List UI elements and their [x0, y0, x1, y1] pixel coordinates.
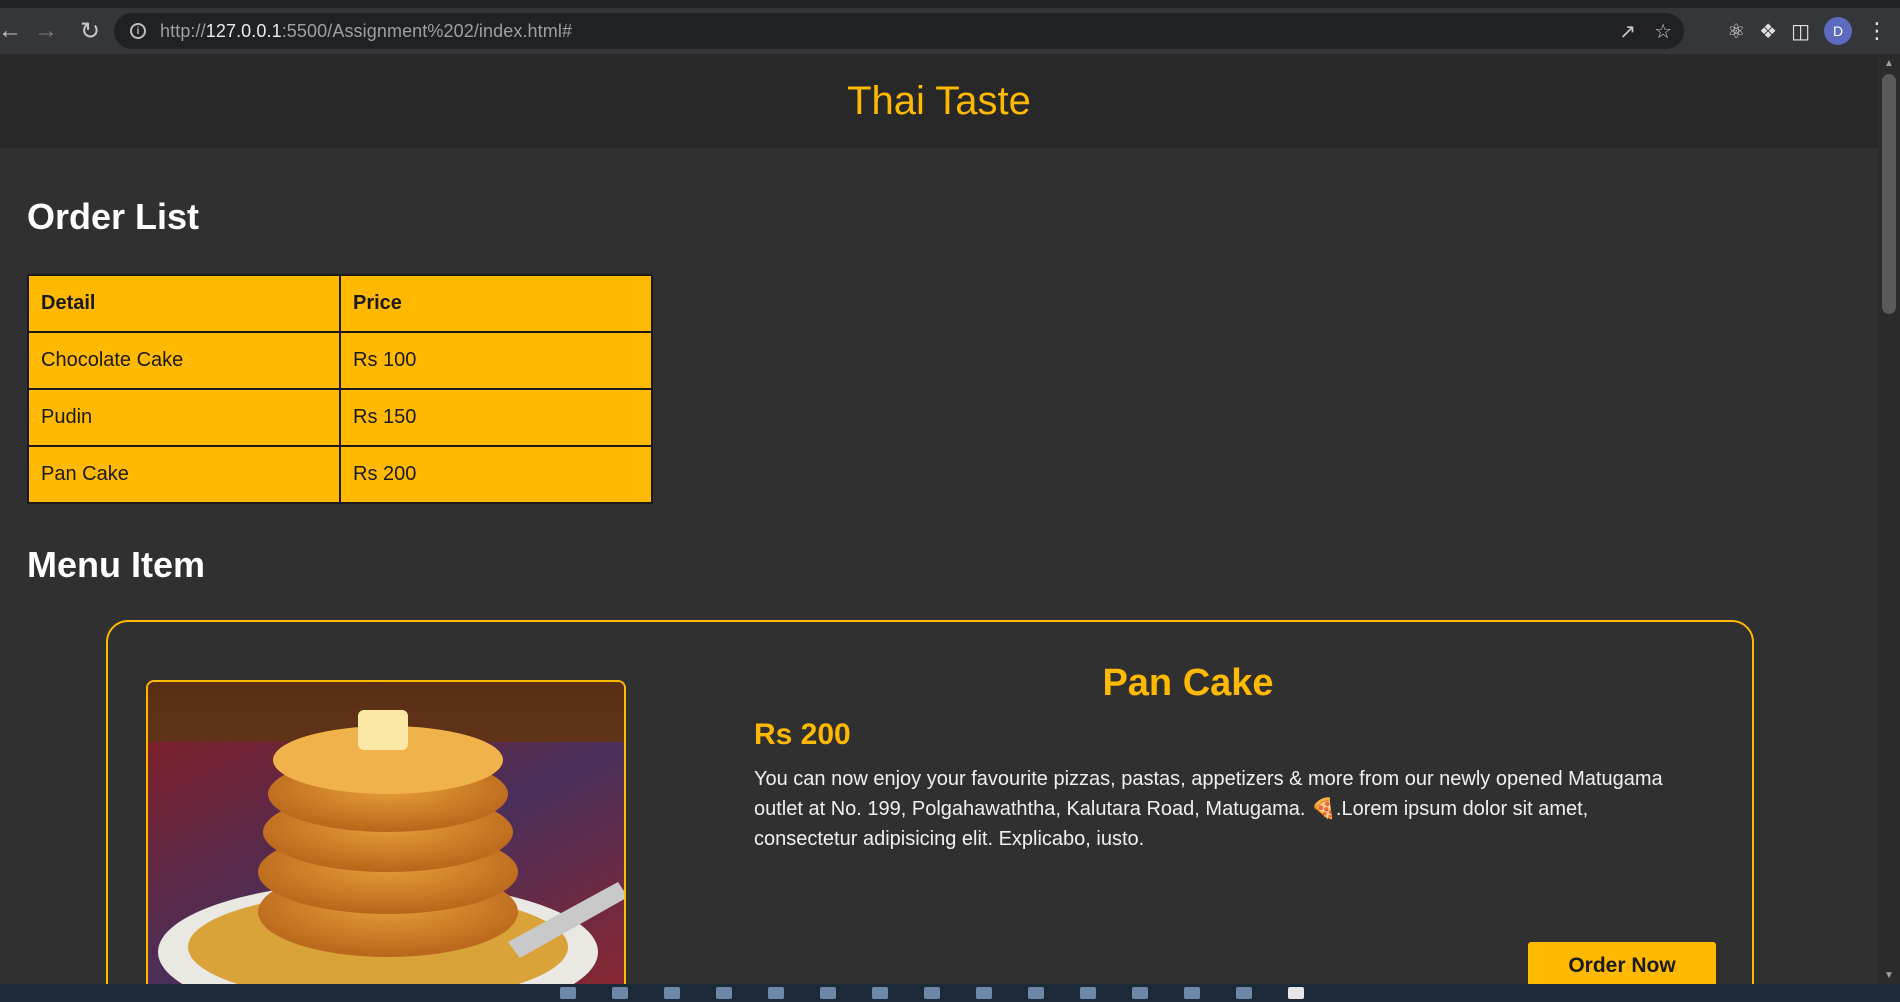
- taskbar-app-icon[interactable]: [976, 987, 992, 999]
- os-taskbar: [0, 984, 1900, 1002]
- side-panel-icon[interactable]: ◫: [1791, 19, 1810, 44]
- reload-icon[interactable]: ↻: [72, 13, 108, 49]
- cell-price: Rs 150: [339, 388, 653, 447]
- table-row: Chocolate Cake Rs 100: [27, 331, 653, 390]
- taskbar-app-icon[interactable]: [768, 987, 784, 999]
- menu-item-card: Pan Cake Rs 200 You can now enjoy your f…: [106, 620, 1754, 984]
- taskbar-app-icon[interactable]: [872, 987, 888, 999]
- address-bar[interactable]: i http://127.0.0.1:5500/Assignment%202/i…: [114, 13, 1684, 49]
- taskbar-app-icon[interactable]: [924, 987, 940, 999]
- forward-arrow-icon[interactable]: →: [20, 13, 72, 49]
- react-devtools-icon[interactable]: ⚛: [1727, 19, 1745, 44]
- scroll-up-arrow-icon[interactable]: ▲: [1878, 54, 1900, 72]
- cell-detail: Chocolate Cake: [27, 331, 341, 390]
- taskbar-app-icon[interactable]: [1080, 987, 1096, 999]
- order-table: Detail Price Chocolate Cake Rs 100 Pudin…: [27, 274, 653, 504]
- menu-item-description: You can now enjoy your favourite pizzas,…: [754, 768, 1663, 850]
- extensions-puzzle-icon[interactable]: ❖: [1759, 19, 1777, 44]
- order-list-heading: Order List: [27, 196, 200, 237]
- pancake-image: [146, 680, 626, 984]
- column-header-price: Price: [339, 274, 653, 333]
- url-text[interactable]: http://127.0.0.1:5500/Assignment%202/ind…: [160, 21, 572, 42]
- taskbar-app-icon[interactable]: [1288, 987, 1304, 999]
- cell-detail: Pudin: [27, 388, 341, 447]
- taskbar-app-icon[interactable]: [1184, 987, 1200, 999]
- site-title: Thai Taste: [847, 78, 1031, 123]
- taskbar-app-icon[interactable]: [560, 987, 576, 999]
- site-header: Thai Taste: [0, 54, 1878, 148]
- cell-price: Rs 100: [339, 331, 653, 390]
- page-scrollbar[interactable]: ▲ ▼: [1878, 54, 1900, 984]
- menu-item-heading: Menu Item: [27, 544, 206, 585]
- taskbar-app-icon[interactable]: [716, 987, 732, 999]
- column-header-detail: Detail: [27, 274, 341, 333]
- taskbar-app-icon[interactable]: [1028, 987, 1044, 999]
- taskbar-app-icon[interactable]: [1236, 987, 1252, 999]
- profile-avatar[interactable]: D: [1824, 17, 1852, 45]
- table-row: Pudin Rs 150: [27, 388, 653, 447]
- back-arrow-icon[interactable]: ←: [0, 13, 22, 49]
- browser-toolbar: ← → ↻ i http://127.0.0.1:5500/Assignment…: [0, 8, 1900, 54]
- taskbar-app-icon[interactable]: [820, 987, 836, 999]
- table-row: Pan Cake Rs 200: [27, 445, 653, 504]
- scroll-thumb[interactable]: [1882, 74, 1896, 314]
- taskbar-app-icon[interactable]: [612, 987, 628, 999]
- cell-price: Rs 200: [339, 445, 653, 504]
- page-viewport: Thai Taste Order List Detail Price Choco…: [0, 54, 1878, 984]
- table-header-row: Detail Price: [27, 274, 653, 333]
- share-icon[interactable]: ↗: [1619, 19, 1636, 44]
- menu-item-name: Pan Cake: [1102, 662, 1274, 704]
- bookmark-star-icon[interactable]: ☆: [1654, 19, 1672, 44]
- site-info-icon[interactable]: i: [130, 23, 146, 39]
- taskbar-app-icon[interactable]: [664, 987, 680, 999]
- menu-item-price: Rs 200: [754, 718, 851, 751]
- cell-detail: Pan Cake: [27, 445, 341, 504]
- pancake-illustration: [148, 682, 624, 984]
- taskbar-app-icon[interactable]: [1132, 987, 1148, 999]
- scroll-down-arrow-icon[interactable]: ▼: [1878, 966, 1900, 984]
- order-now-button[interactable]: Order Now: [1528, 942, 1716, 984]
- browser-menu-icon[interactable]: ⋮: [1866, 20, 1888, 42]
